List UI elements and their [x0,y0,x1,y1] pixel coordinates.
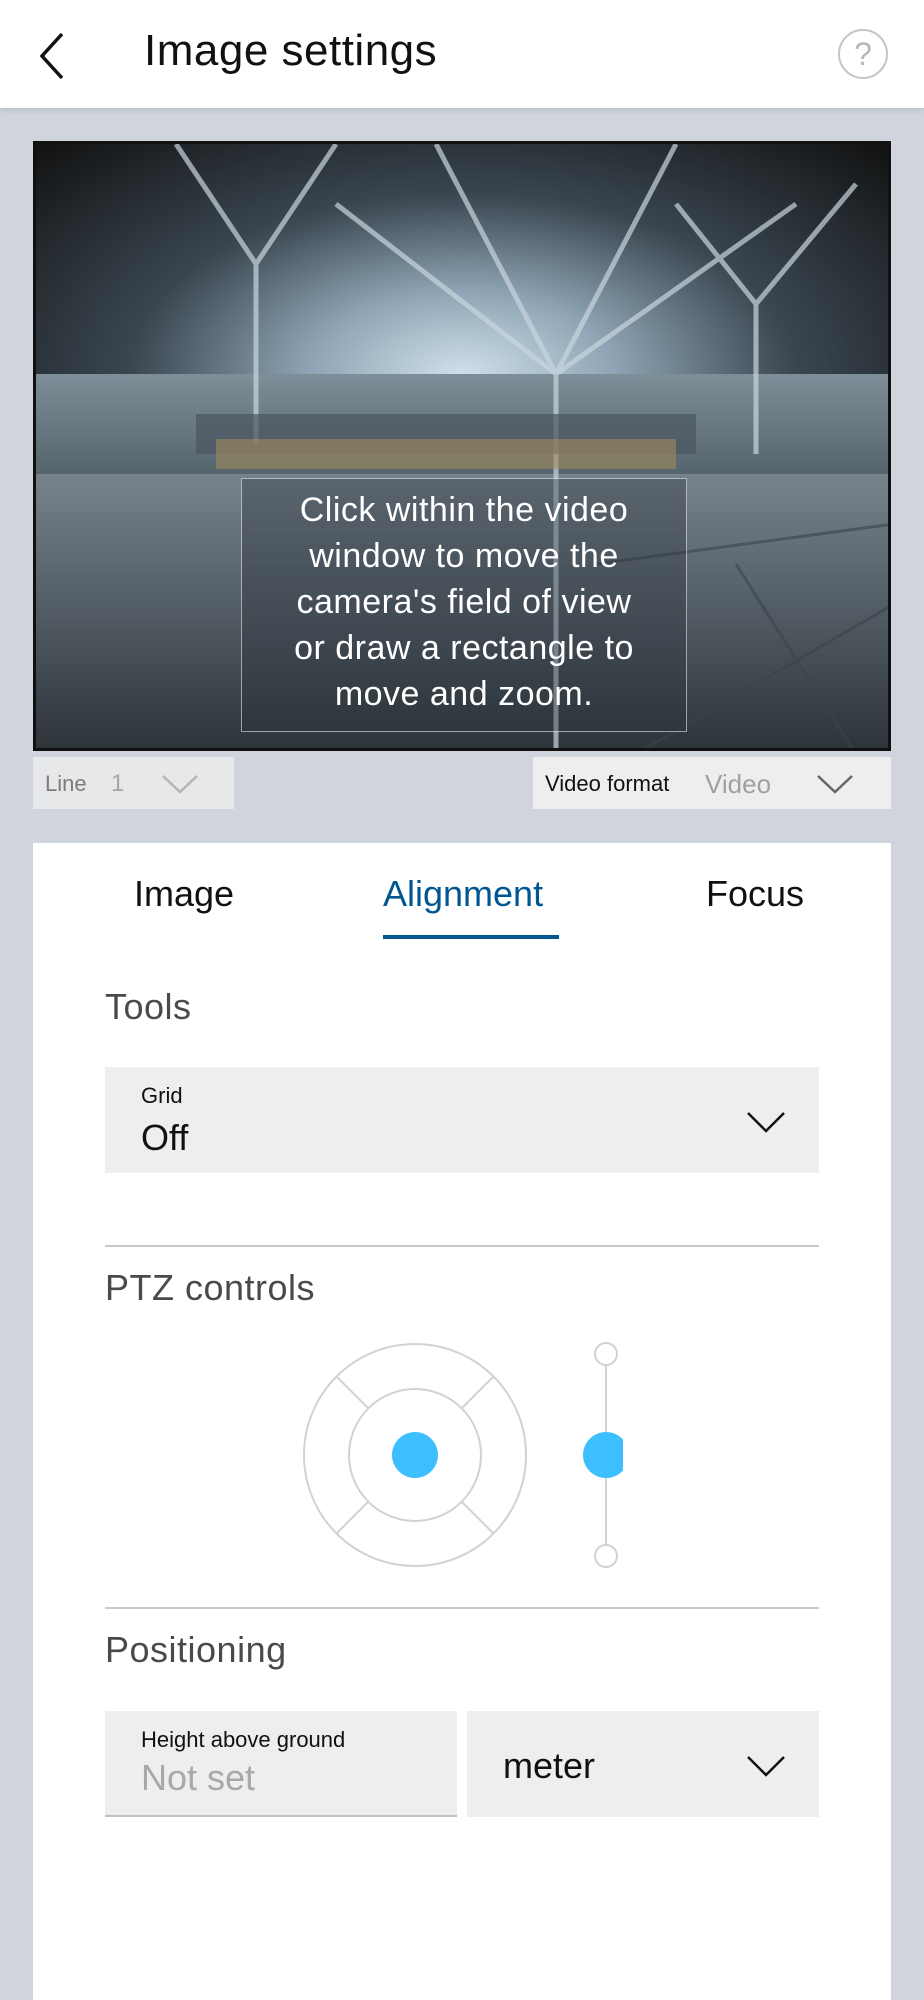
video-hint-line: window to move the [309,537,619,575]
line-select-value: 1 [111,770,125,797]
height-above-ground-label: Height above ground [141,1727,346,1752]
video-hint-line: Click within the video [299,491,629,529]
tab-image[interactable]: Image [134,873,234,915]
positioning-section-title: Positioning [105,1629,287,1670]
video-hint-line: move and zoom. [334,675,594,713]
unit-select-value: meter [503,1745,596,1786]
ptz-zoom-slider[interactable] [583,1342,623,1568]
height-above-ground-placeholder: Not set [141,1757,256,1798]
grid-select-label: Grid [141,1083,183,1108]
unit-select[interactable]: meter [467,1711,819,1817]
app-header: Image settings ? [0,0,924,108]
tab-alignment[interactable]: Alignment [383,873,543,915]
line-select[interactable]: Line 1 [33,757,234,809]
ptz-control[interactable] [303,1330,623,1580]
video-format-label: Video format [545,771,670,796]
page-title: Image settings [144,26,438,75]
video-hint-overlay: Click within the video window to move th… [241,478,687,732]
tools-section-title: Tools [105,986,192,1027]
video-format-value: Video [705,769,772,799]
chevron-down-icon [747,1112,785,1133]
chevron-left-icon [39,32,64,80]
active-tab-indicator [383,935,559,939]
section-divider [105,1245,819,1247]
video-hint-line: camera's field of view [296,583,632,621]
chevron-down-icon [747,1756,785,1777]
video-hint-line: or draw a rectangle to [294,629,634,667]
back-button[interactable] [30,24,86,84]
tab-focus[interactable]: Focus [706,873,804,915]
ptz-section-title: PTZ controls [105,1267,316,1308]
chevron-down-icon [162,775,198,794]
chevron-down-icon [817,775,853,794]
grid-select[interactable]: Grid Off [105,1067,819,1173]
section-divider [105,1607,819,1609]
height-above-ground-field[interactable]: Height above ground Not set [105,1711,457,1817]
video-window[interactable]: Click within the video window to move th… [33,141,891,751]
settings-panel: Image Alignment Focus Tools Grid Off PTZ… [33,843,891,2000]
grid-select-value: Off [141,1117,189,1158]
video-format-select[interactable]: Video format Video [533,757,891,809]
ptz-joystick[interactable] [303,1343,527,1567]
help-button[interactable]: ? [838,29,888,79]
line-select-label: Line [45,771,87,796]
ptz-zoom-knob[interactable] [583,1432,623,1478]
ptz-pan-tilt-knob[interactable] [392,1432,438,1478]
